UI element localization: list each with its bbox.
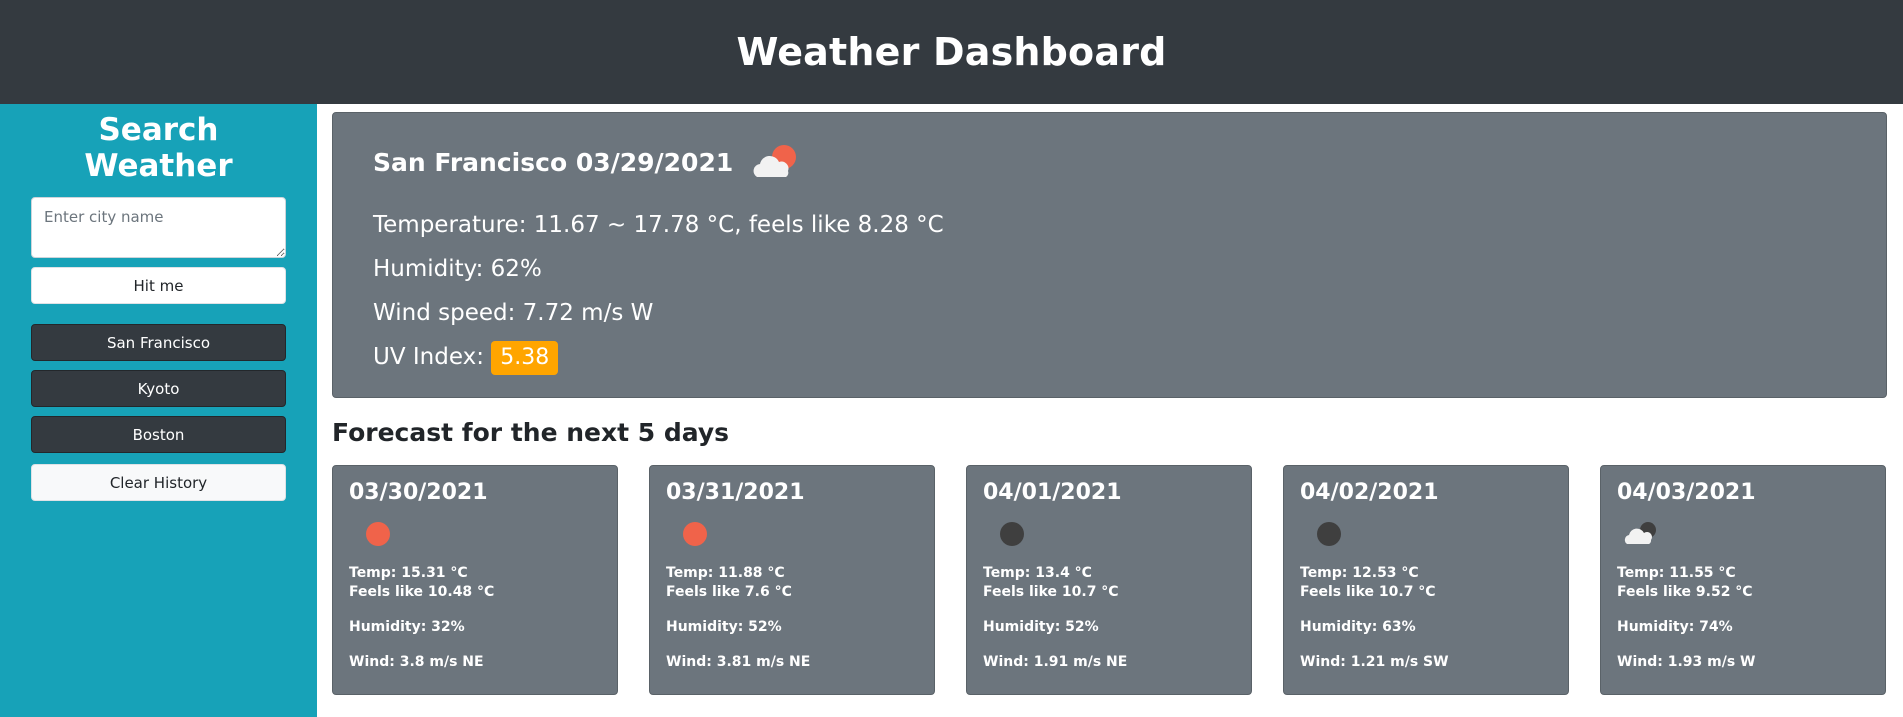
history-city-button[interactable]: Kyoto (31, 370, 286, 407)
clear-history-button[interactable]: Clear History (31, 464, 286, 501)
forecast-wind: Wind: 3.8 m/s NE (349, 654, 484, 670)
current-city-date: San Francisco 03/29/2021 (373, 147, 734, 177)
moon-icon (983, 512, 1033, 556)
forecast-temp: Temp: 15.31 °C (349, 565, 468, 581)
history-city-button[interactable]: Boston (31, 416, 286, 453)
forecast-wind: Wind: 1.93 m/s W (1617, 654, 1756, 670)
city-search-input[interactable] (31, 197, 286, 258)
sidebar: Search Weather Hit me San Francisco Kyot… (0, 104, 317, 717)
current-uv: UV Index: 5.38 (373, 335, 1846, 379)
forecast-feels-like: Feels like 10.7 °C (983, 584, 1119, 600)
current-temperature: Temperature: 11.67 ~ 17.78 °C, feels lik… (373, 212, 944, 238)
forecast-temp: Temp: 11.55 °C (1617, 565, 1736, 581)
forecast-humidity: Humidity: 52% (666, 619, 782, 635)
sidebar-title: Search Weather (84, 112, 233, 184)
forecast-feels-like: Feels like 10.48 °C (349, 584, 495, 600)
page-title: Weather Dashboard (736, 30, 1167, 74)
forecast-date: 04/02/2021 (1300, 480, 1439, 505)
forecast-feels-like: Feels like 7.6 °C (666, 584, 792, 600)
forecast-cards: 03/30/2021 Temp: 15.31 °C Feels like 10.… (332, 465, 1888, 695)
forecast-card: 03/31/2021 Temp: 11.88 °C Feels like 7.6… (649, 465, 935, 695)
forecast-date: 04/03/2021 (1617, 480, 1756, 505)
forecast-humidity: Humidity: 32% (349, 619, 465, 635)
forecast-card: 04/02/2021 Temp: 12.53 °C Feels like 10.… (1283, 465, 1569, 695)
moon-behind-cloud-icon (1617, 512, 1667, 556)
app-header: Weather Dashboard (0, 0, 1903, 104)
current-weather-header: San Francisco 03/29/2021 (373, 141, 1846, 183)
forecast-wind: Wind: 1.21 m/s SW (1300, 654, 1449, 670)
history-city-button[interactable]: San Francisco (31, 324, 286, 361)
forecast-wind: Wind: 1.91 m/s NE (983, 654, 1128, 670)
current-weather-panel: San Francisco 03/29/2021 Temperature: 11… (332, 112, 1887, 398)
forecast-humidity: Humidity: 63% (1300, 619, 1416, 635)
main-layout: Search Weather Hit me San Francisco Kyot… (0, 104, 1903, 717)
sun-icon (349, 512, 399, 556)
uv-label: UV Index: (373, 344, 492, 370)
uv-index-badge: 5.38 (491, 341, 559, 375)
current-humidity: Humidity: 62% (373, 256, 542, 282)
forecast-card: 03/30/2021 Temp: 15.31 °C Feels like 10.… (332, 465, 618, 695)
forecast-title: Forecast for the next 5 days (332, 418, 730, 447)
forecast-feels-like: Feels like 9.52 °C (1617, 584, 1753, 600)
main-content: San Francisco 03/29/2021 Temperature: 11… (317, 104, 1903, 717)
current-wind: Wind speed: 7.72 m/s W (373, 300, 654, 326)
forecast-card: 04/03/2021 Temp: 11.55 °C Feels like 9.5… (1600, 465, 1886, 695)
forecast-feels-like: Feels like 10.7 °C (1300, 584, 1436, 600)
forecast-date: 03/30/2021 (349, 480, 488, 505)
search-submit-button[interactable]: Hit me (31, 267, 286, 304)
sun-behind-cloud-icon (747, 141, 803, 183)
search-history-list: San Francisco Kyoto Boston (31, 324, 286, 453)
forecast-date: 03/31/2021 (666, 480, 805, 505)
forecast-wind: Wind: 3.81 m/s NE (666, 654, 811, 670)
forecast-temp: Temp: 13.4 °C (983, 565, 1092, 581)
forecast-temp: Temp: 12.53 °C (1300, 565, 1419, 581)
moon-icon (1300, 512, 1350, 556)
sun-icon (666, 512, 716, 556)
forecast-humidity: Humidity: 74% (1617, 619, 1733, 635)
forecast-humidity: Humidity: 52% (983, 619, 1099, 635)
forecast-card: 04/01/2021 Temp: 13.4 °C Feels like 10.7… (966, 465, 1252, 695)
forecast-date: 04/01/2021 (983, 480, 1122, 505)
forecast-temp: Temp: 11.88 °C (666, 565, 785, 581)
